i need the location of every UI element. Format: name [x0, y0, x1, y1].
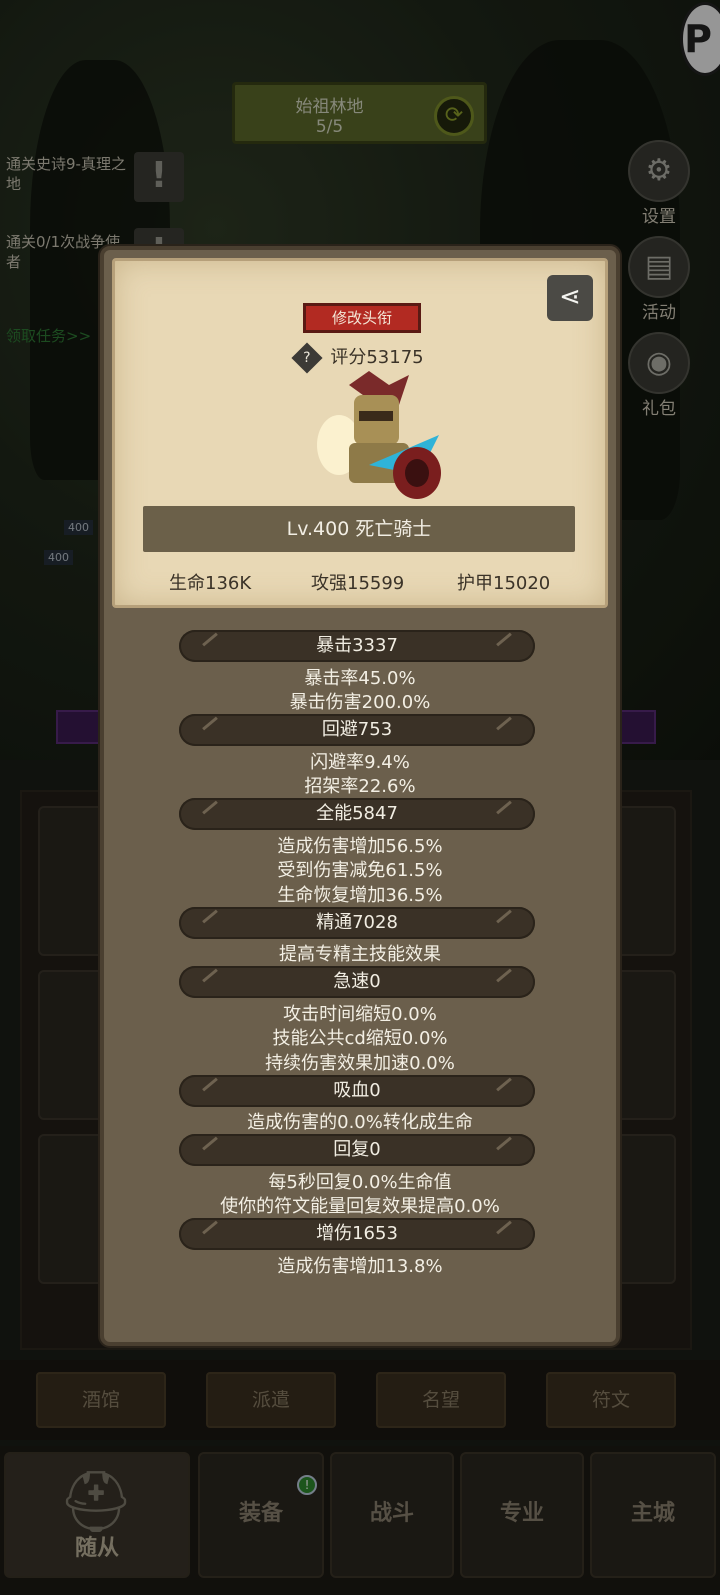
stat-detail: 每5秒回复0.0%生命值 [268, 1172, 452, 1193]
edit-title-button[interactable]: 修改头衔 [303, 303, 421, 333]
stat-header-avoidance: 回避753 [179, 714, 535, 746]
stat-detail: 暴击伤害200.0% [289, 692, 431, 713]
stat-detail: 造成伤害的0.0%转化成生命 [247, 1112, 473, 1133]
stat-detail: 使你的符文能量回复效果提高0.0% [220, 1196, 500, 1217]
stat-header-mastery: 精通7028 [179, 907, 535, 939]
stat-header-damage-bonus: 增伤1653 [179, 1218, 535, 1250]
hero-summary-panel: ⋖ 修改头衔 ? 评分53175 Lv.400 死亡骑士 生命136K 攻强155… [112, 258, 608, 608]
stat-detail: 招架率22.6% [304, 776, 416, 797]
stat-header-leech: 吸血0 [179, 1075, 535, 1107]
hero-detail-popup: ⋖ 修改头衔 ? 评分53175 Lv.400 死亡骑士 生命136K 攻强155… [100, 246, 620, 1346]
stat-detail: 持续伤害效果加速0.0% [265, 1053, 455, 1074]
stat-detail: 暴击率45.0% [304, 668, 416, 689]
hp-stat: 生命136K [169, 573, 252, 594]
stat-header-versatility: 全能5847 [179, 798, 535, 830]
armor-stat: 护甲15020 [457, 573, 551, 594]
hero-portrait [317, 371, 441, 499]
stat-header-crit: 暴击3337 [179, 630, 535, 662]
stat-header-regen: 回复0 [179, 1134, 535, 1166]
stat-detail: 攻击时间缩短0.0% [283, 1004, 437, 1025]
share-icon[interactable]: ⋖ [547, 275, 593, 321]
attack-stat: 攻强15599 [311, 573, 405, 594]
stat-detail: 造成伤害增加13.8% [277, 1256, 443, 1277]
stat-detail: 受到伤害减免61.5% [277, 860, 443, 881]
stat-detail: 技能公共cd缩短0.0% [272, 1028, 448, 1049]
stat-header-haste: 急速0 [179, 966, 535, 998]
stat-detail: 造成伤害增加56.5% [277, 836, 443, 857]
stat-detail: 生命恢复增加36.5% [277, 885, 443, 906]
stat-detail: 闪避率9.4% [310, 752, 410, 773]
stat-detail: 提高专精主技能效果 [279, 944, 441, 965]
hero-level-name: Lv.400 死亡骑士 [143, 506, 575, 552]
